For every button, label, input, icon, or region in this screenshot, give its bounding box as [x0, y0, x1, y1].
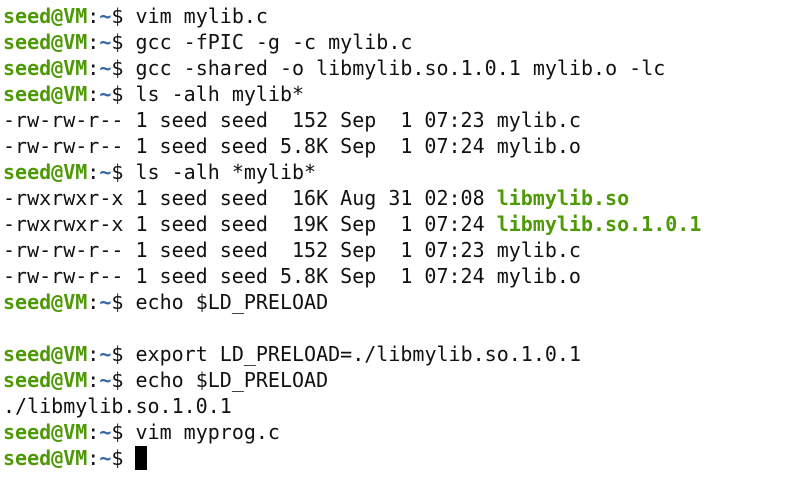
- file-name: mylib.o: [496, 134, 581, 158]
- prompt-separator: :: [87, 160, 100, 184]
- prompt-separator: :: [87, 30, 100, 54]
- prompt-path: ~: [99, 82, 112, 106]
- prompt-user-host: seed@VM: [3, 56, 88, 80]
- command-text: gcc -fPIC -g -c mylib.c: [135, 30, 413, 54]
- prompt-symbol: $: [111, 420, 136, 444]
- prompt-path: ~: [99, 4, 112, 28]
- file-listing-row: -rw-rw-r-- 1 seed seed 5.8K Sep 1 07:24 …: [3, 263, 803, 289]
- prompt-path: ~: [99, 56, 112, 80]
- prompt-separator: :: [87, 82, 100, 106]
- prompt-user-host: seed@VM: [3, 160, 88, 184]
- file-listing-row: -rw-rw-r-- 1 seed seed 152 Sep 1 07:23 m…: [3, 237, 803, 263]
- command-text: export LD_PRELOAD=./libmylib.so.1.0.1: [135, 342, 582, 366]
- prompt-user-host: seed@VM: [3, 342, 88, 366]
- prompt-separator: :: [87, 56, 100, 80]
- command-line: seed@VM:~$ ls -alh mylib*: [3, 81, 803, 107]
- command-line: seed@VM:~$ ls -alh *mylib*: [3, 159, 803, 185]
- file-listing-attributes: -rw-rw-r-- 1 seed seed 5.8K Sep 1 07:24: [3, 264, 497, 288]
- file-listing-attributes: -rw-rw-r-- 1 seed seed 152 Sep 1 07:23: [3, 108, 497, 132]
- prompt-user-host: seed@VM: [3, 368, 88, 392]
- prompt-path: ~: [99, 160, 112, 184]
- command-text: echo $LD_PRELOAD: [135, 290, 329, 314]
- command-text: echo $LD_PRELOAD: [135, 368, 329, 392]
- prompt-user-host: seed@VM: [3, 420, 88, 444]
- terminal-window[interactable]: seed@VM:~$ vim mylib.c seed@VM:~$ gcc -fP…: [0, 0, 803, 485]
- command-line: seed@VM:~$ vim myprog.c: [3, 419, 803, 445]
- command-line: seed@VM:~$ gcc -shared -o libmylib.so.1.…: [3, 55, 803, 81]
- prompt-separator: :: [87, 420, 100, 444]
- command-line: seed@VM:~$ echo $LD_PRELOAD: [3, 367, 803, 393]
- prompt-symbol: $: [111, 446, 136, 470]
- file-listing-row: -rwxrwxr-x 1 seed seed 19K Sep 1 07:24 l…: [3, 211, 803, 237]
- prompt-symbol: $: [111, 160, 136, 184]
- file-listing-row: -rwxrwxr-x 1 seed seed 16K Aug 31 02:08 …: [3, 185, 803, 211]
- active-prompt-line: seed@VM:~$: [3, 445, 803, 471]
- prompt-path: ~: [99, 368, 112, 392]
- file-listing-attributes: -rwxrwxr-x 1 seed seed 16K Aug 31 02:08: [3, 186, 497, 210]
- prompt-user-host: seed@VM: [3, 4, 88, 28]
- prompt-symbol: $: [111, 342, 136, 366]
- prompt-symbol: $: [111, 82, 136, 106]
- file-listing-attributes: -rw-rw-r-- 1 seed seed 152 Sep 1 07:23: [3, 238, 497, 262]
- prompt-separator: :: [87, 4, 100, 28]
- file-listing-attributes: -rwxrwxr-x 1 seed seed 19K Sep 1 07:24: [3, 212, 497, 236]
- prompt-user-host: seed@VM: [3, 290, 88, 314]
- prompt-path: ~: [99, 446, 112, 470]
- file-name: libmylib.so: [496, 186, 630, 210]
- terminal-cursor[interactable]: [135, 446, 148, 470]
- prompt-path: ~: [99, 30, 112, 54]
- prompt-separator: :: [87, 342, 100, 366]
- output-line: ./libmylib.so.1.0.1: [3, 394, 232, 418]
- prompt-symbol: $: [111, 4, 136, 28]
- file-name: mylib.c: [496, 108, 581, 132]
- command-line: seed@VM:~$ echo $LD_PRELOAD: [3, 289, 803, 315]
- file-listing-attributes: -rw-rw-r-- 1 seed seed 5.8K Sep 1 07:24: [3, 134, 497, 158]
- prompt-separator: :: [87, 446, 100, 470]
- prompt-path: ~: [99, 290, 112, 314]
- prompt-user-host: seed@VM: [3, 30, 88, 54]
- file-name: mylib.c: [496, 238, 581, 262]
- prompt-symbol: $: [111, 368, 136, 392]
- prompt-path: ~: [99, 420, 112, 444]
- file-listing-row: -rw-rw-r-- 1 seed seed 152 Sep 1 07:23 m…: [3, 107, 803, 133]
- file-name: libmylib.so.1.0.1: [496, 212, 702, 236]
- command-text: ls -alh mylib*: [135, 82, 305, 106]
- prompt-symbol: $: [111, 56, 136, 80]
- prompt-symbol: $: [111, 290, 136, 314]
- prompt-separator: :: [87, 368, 100, 392]
- command-line: seed@VM:~$ export LD_PRELOAD=./libmylib.…: [3, 341, 803, 367]
- command-text: vim mylib.c: [135, 4, 268, 28]
- prompt-separator: :: [87, 290, 100, 314]
- prompt-path: ~: [99, 342, 112, 366]
- command-line: seed@VM:~$ vim mylib.c: [3, 3, 803, 29]
- prompt-user-host: seed@VM: [3, 446, 88, 470]
- file-listing-row: -rw-rw-r-- 1 seed seed 5.8K Sep 1 07:24 …: [3, 133, 803, 159]
- command-text: gcc -shared -o libmylib.so.1.0.1 mylib.o…: [135, 56, 666, 80]
- prompt-symbol: $: [111, 30, 136, 54]
- command-line: seed@VM:~$ gcc -fPIC -g -c mylib.c: [3, 29, 803, 55]
- prompt-user-host: seed@VM: [3, 82, 88, 106]
- command-text: ls -alh *mylib*: [135, 160, 317, 184]
- file-name: mylib.o: [496, 264, 581, 288]
- command-text: vim myprog.c: [135, 420, 280, 444]
